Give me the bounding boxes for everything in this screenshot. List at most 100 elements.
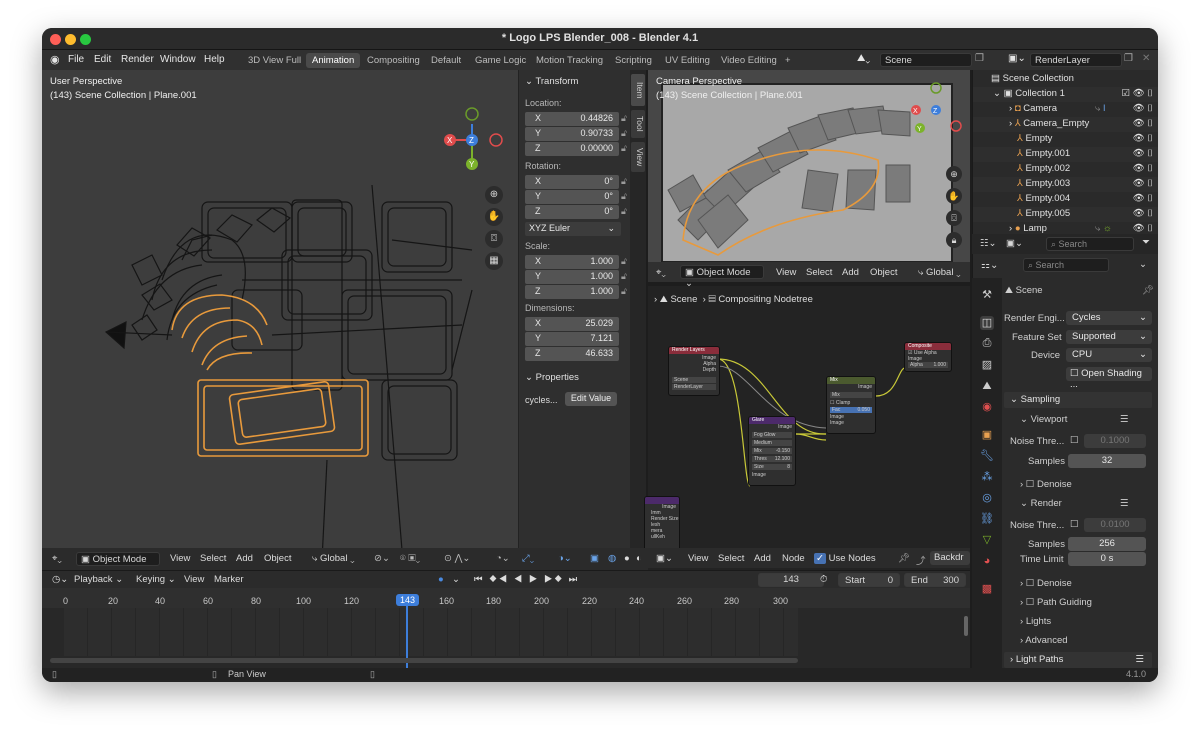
- render-noise-threshold-field[interactable]: 0.0100: [1084, 518, 1146, 532]
- menu-window[interactable]: Window: [160, 54, 196, 65]
- properties-panel-header[interactable]: ⌄ Properties: [525, 372, 579, 383]
- vertical-scrollbar[interactable]: [964, 616, 968, 636]
- camera-view-icon[interactable]: ⌼: [946, 210, 962, 226]
- composite-node[interactable]: Composite ☑ Use Alpha Image Alpha 1.000: [904, 342, 952, 372]
- scene-icon[interactable]: ⛰⌄: [857, 53, 870, 64]
- path-guiding-subpanel[interactable]: › ☐ Path Guiding: [1020, 597, 1092, 608]
- viewport-samples-field[interactable]: 32: [1068, 454, 1146, 468]
- outliner-search-input[interactable]: ⌕ Search: [1046, 237, 1134, 251]
- menu-object[interactable]: Object: [870, 267, 897, 278]
- tab-view[interactable]: View: [631, 142, 645, 172]
- playhead-frame-badge[interactable]: 143: [396, 594, 420, 606]
- clock-icon[interactable]: ⏱: [820, 574, 827, 585]
- device-dropdown[interactable]: CPU ⌄: [1066, 348, 1152, 362]
- dimension-x-field[interactable]: X 25.029: [525, 317, 619, 331]
- frame-ruler[interactable]: [42, 588, 970, 608]
- menu-add[interactable]: Add: [842, 267, 859, 278]
- lock-icon[interactable]: 🔓︎: [621, 271, 627, 282]
- zoom-icon[interactable]: ⊕: [485, 186, 503, 204]
- list-icon[interactable]: ☰: [1120, 498, 1129, 509]
- menu-select[interactable]: Select: [718, 553, 744, 564]
- lock-icon[interactable]: 🔓︎: [621, 143, 627, 154]
- menu-add[interactable]: Add: [236, 553, 253, 564]
- scene-icon[interactable]: ⛰: [980, 379, 994, 393]
- render-layers-node[interactable]: Render Layers Image Alpha Depth Scene Rend…: [668, 346, 720, 396]
- pin-icon[interactable]: 📌︎: [1142, 285, 1154, 296]
- add-workspace-button[interactable]: +: [779, 53, 797, 68]
- lock-icon[interactable]: 🔓︎: [621, 191, 627, 202]
- menu-help[interactable]: Help: [204, 54, 225, 65]
- world-icon[interactable]: ◉: [980, 400, 994, 414]
- menu-file[interactable]: File: [68, 54, 84, 65]
- workspace-tab[interactable]: Default: [425, 53, 467, 68]
- end-frame-field[interactable]: End 300: [904, 573, 966, 587]
- workspace-tab[interactable]: Motion Tracking: [530, 53, 609, 68]
- tab-item[interactable]: Item: [631, 74, 645, 106]
- menu-playback[interactable]: Playback ⌄: [74, 574, 123, 585]
- scale-x-field[interactable]: X 1.000: [525, 255, 619, 269]
- display-mode-icon[interactable]: ☷⌄: [980, 238, 996, 249]
- workspace-tab[interactable]: Compositing: [361, 53, 426, 68]
- location-y-field[interactable]: Y 0.90733: [525, 127, 619, 141]
- outliner-row[interactable]: ▤ Scene Collection: [973, 72, 1158, 87]
- workspace-tab[interactable]: Video Editing: [715, 53, 783, 68]
- gizmo-icon[interactable]: ⤢⌄: [522, 553, 534, 564]
- view-layer-field[interactable]: RenderLayer: [1030, 53, 1122, 67]
- texture-icon[interactable]: ▩: [980, 582, 994, 596]
- navigation-gizmo[interactable]: X Z Y: [438, 104, 510, 172]
- playback-controls[interactable]: ⏮ ◆◀ ◀ ▶ ▶◆ ⏭: [474, 574, 579, 585]
- current-frame-field[interactable]: 143: [758, 573, 824, 587]
- workspace-tab[interactable]: Scripting: [609, 53, 658, 68]
- rotation-z-field[interactable]: Z 0°: [525, 205, 619, 219]
- mix-node[interactable]: Mix Image Mix ☐ Clamp Fac 0.050 Image Ima…: [826, 376, 876, 434]
- noise-threshold-checkbox[interactable]: ☐: [1070, 435, 1079, 446]
- horizontal-scrollbar[interactable]: [50, 658, 798, 663]
- lock-icon[interactable]: 🔓︎: [621, 128, 627, 139]
- lights-subpanel[interactable]: › Lights: [1020, 616, 1051, 627]
- lock-camera-icon[interactable]: 🔒︎: [946, 232, 962, 248]
- output-icon[interactable]: ⎙: [980, 336, 994, 350]
- overlay-icon[interactable]: ◑⌄: [558, 553, 572, 564]
- open-shading-checkbox[interactable]: ☐ Open Shading ...: [1066, 367, 1152, 390]
- light-paths-panel-header[interactable]: › Light Paths ☰: [1004, 652, 1152, 668]
- solid-shading-icon[interactable]: ●: [624, 553, 630, 564]
- timeline-area[interactable]: 0 20 40 60 80 100 120 143 160 180 200 22…: [42, 588, 970, 668]
- partial-node[interactable]: Image Imm Render Size lesh mera ullKeh: [644, 496, 680, 552]
- rotation-x-field[interactable]: X 0°: [525, 175, 619, 189]
- outliner-row[interactable]: › ⅄ Camera_Empty 👁︎ ⌷: [973, 117, 1158, 132]
- render-samples-field[interactable]: 256: [1068, 537, 1146, 551]
- viewport-subpanel-header[interactable]: ⌄ Viewport: [1020, 414, 1067, 425]
- tab-tool[interactable]: Tool: [631, 110, 645, 138]
- rotation-mode-dropdown[interactable]: XYZ Euler ⌄: [525, 222, 621, 236]
- menu-node[interactable]: Node: [782, 553, 805, 564]
- data-icon[interactable]: ▽: [980, 533, 994, 547]
- rotation-y-field[interactable]: Y 0°: [525, 190, 619, 204]
- options-dropdown[interactable]: ⌄: [1139, 259, 1147, 270]
- particles-icon[interactable]: ⁂: [980, 470, 994, 484]
- scene-field[interactable]: Scene: [880, 53, 972, 67]
- viewport-noise-threshold-field[interactable]: 0.1000: [1084, 434, 1146, 448]
- editor-type-icon[interactable]: ⚏⌄: [981, 260, 998, 271]
- sampling-panel-header[interactable]: ⌄ Sampling: [1004, 392, 1152, 408]
- outliner-row[interactable]: ⅄ Empty.003 👁︎ ⌷: [973, 177, 1158, 192]
- render-engine-dropdown[interactable]: Cycles ⌄: [1066, 311, 1152, 325]
- workspace-tab-active[interactable]: Animation: [306, 53, 361, 68]
- workspace-tab[interactable]: Game Logic: [469, 53, 532, 68]
- location-x-field[interactable]: X 0.44826: [525, 112, 619, 126]
- menu-render[interactable]: Render: [121, 54, 154, 65]
- menu-add[interactable]: Add: [754, 553, 771, 564]
- outliner-row[interactable]: › ◘ Camera ⤷ ǀ 👁︎ ⌷: [973, 102, 1158, 117]
- new-layer-icon[interactable]: ❐: [1124, 53, 1133, 64]
- lock-icon[interactable]: 🔓︎: [621, 176, 627, 187]
- edit-value-button[interactable]: Edit Value: [565, 392, 617, 406]
- location-z-field[interactable]: Z 0.00000: [525, 142, 619, 156]
- outliner-row[interactable]: ⅄ Empty.001 👁︎ ⌷: [973, 147, 1158, 162]
- visibility-icon[interactable]: ◔⌄: [496, 553, 510, 564]
- transform-panel-header[interactable]: ⌄ Transform: [525, 76, 578, 87]
- outliner-row[interactable]: ⌄ ▣ Collection 1 ☑ 👁︎ ⌷: [973, 87, 1158, 102]
- remove-layer-icon[interactable]: ✕: [1142, 53, 1150, 64]
- scale-y-field[interactable]: Y 1.000: [525, 270, 619, 284]
- lock-icon[interactable]: 🔓︎: [621, 256, 627, 267]
- editor-type-icon[interactable]: ◷⌄: [52, 574, 68, 585]
- modifier-icon[interactable]: 🔧︎: [980, 449, 994, 463]
